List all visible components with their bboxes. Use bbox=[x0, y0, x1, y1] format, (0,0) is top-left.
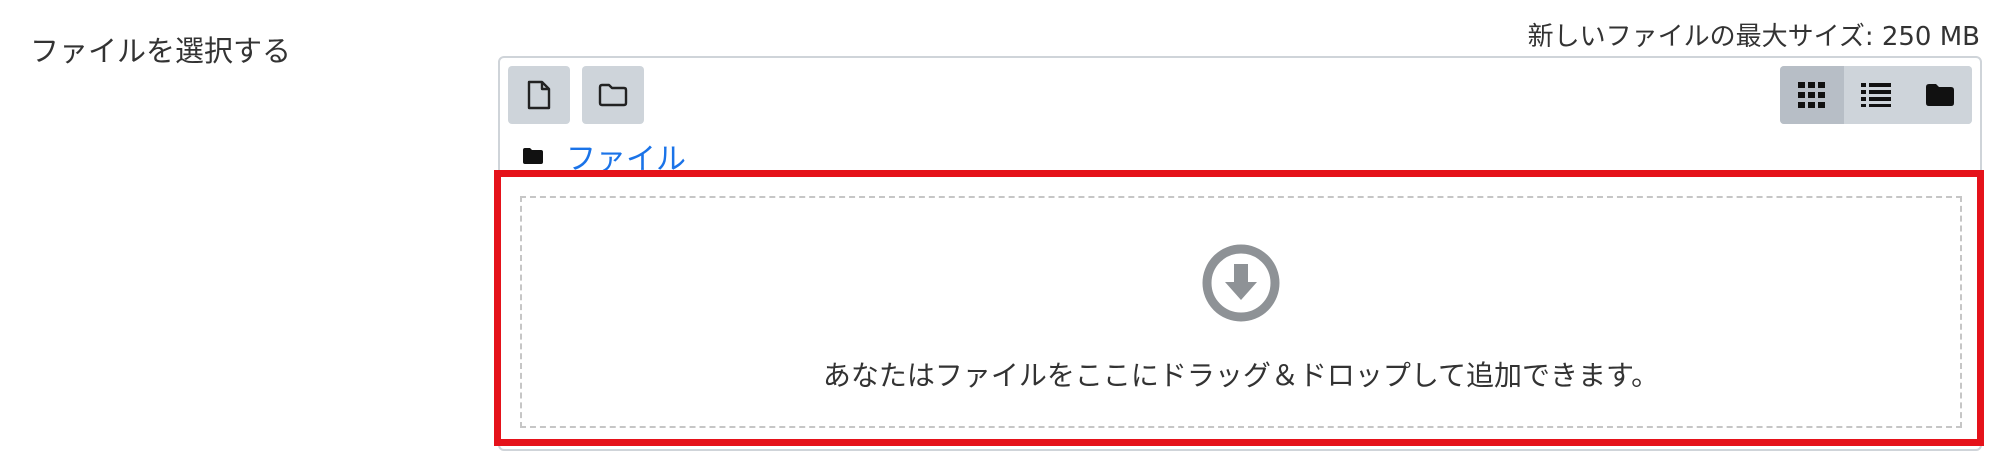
file-icon bbox=[527, 80, 551, 110]
field-label: ファイルを選択する bbox=[30, 34, 292, 68]
max-file-size-text: 新しいファイルの最大サイズ: 250 MB bbox=[1527, 22, 1980, 52]
highlight-box bbox=[494, 170, 1984, 446]
list-view-button[interactable] bbox=[1844, 66, 1908, 124]
list-icon bbox=[1861, 83, 1891, 107]
add-file-button[interactable] bbox=[508, 66, 570, 124]
icon-view-button[interactable] bbox=[1780, 66, 1844, 124]
folder-outline-icon bbox=[598, 83, 628, 107]
create-folder-button[interactable] bbox=[582, 66, 644, 124]
view-mode-group bbox=[1780, 66, 1972, 124]
folder-icon bbox=[523, 148, 543, 164]
file-picker-page: ファイルを選択する 新しいファイルの最大サイズ: 250 MB ファイル あなた… bbox=[0, 0, 2000, 472]
folder-tree-icon bbox=[1926, 84, 1954, 106]
tree-view-button[interactable] bbox=[1908, 66, 1972, 124]
grid-icon bbox=[1798, 82, 1825, 108]
